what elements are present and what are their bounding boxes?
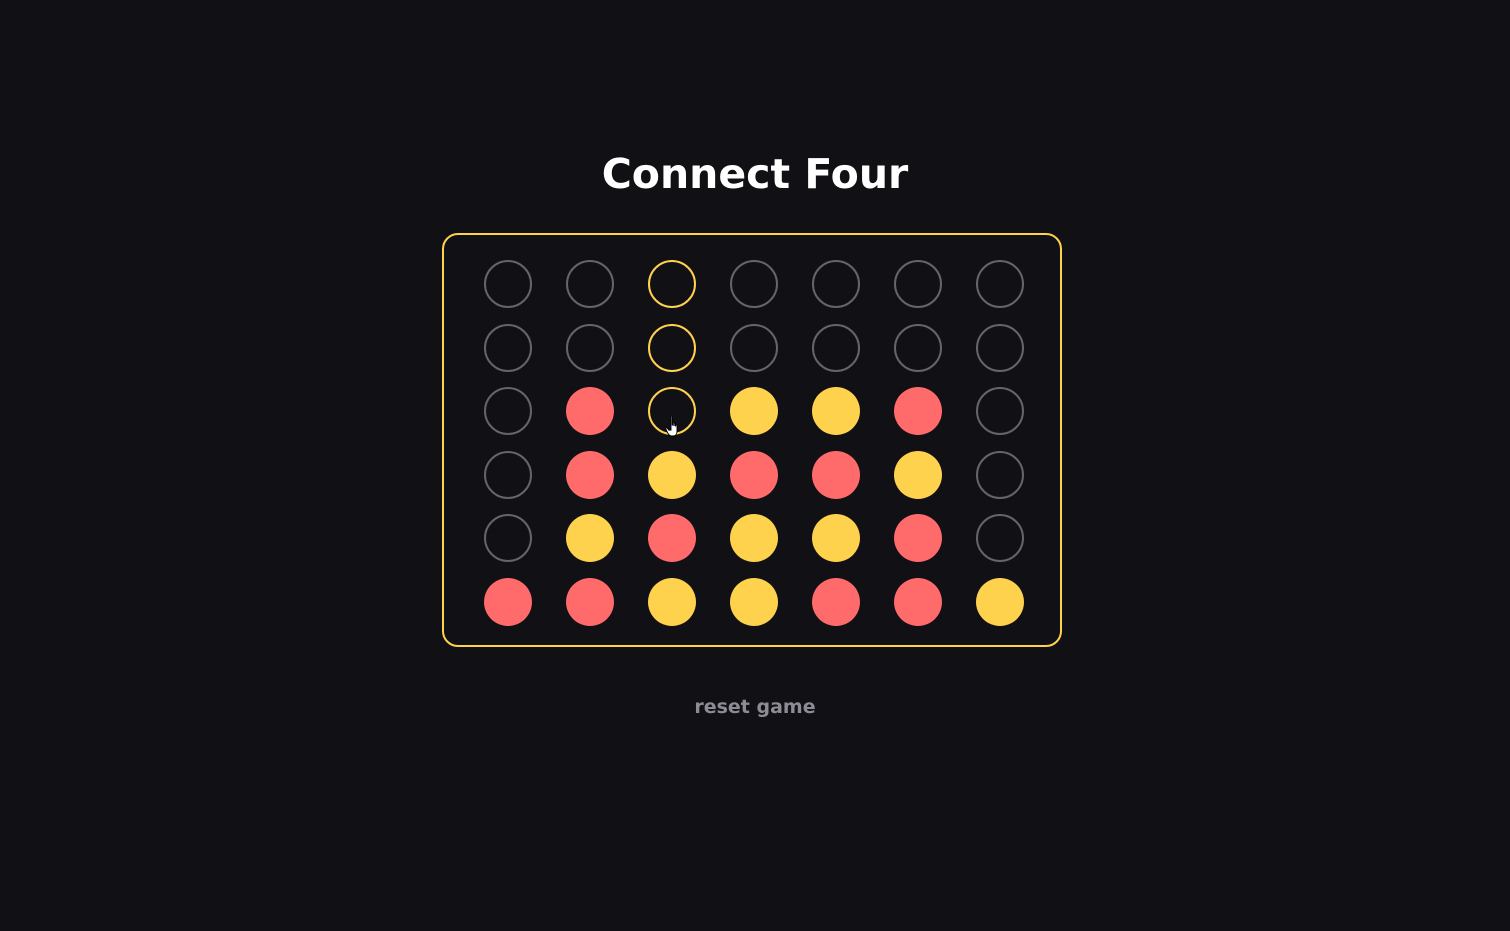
reset-game-button[interactable]: reset game bbox=[0, 693, 1510, 721]
board-slot-empty[interactable] bbox=[976, 323, 1024, 372]
yellow-piece[interactable] bbox=[812, 387, 860, 435]
yellow-piece[interactable] bbox=[566, 514, 614, 562]
page-title: Connect Four bbox=[601, 150, 909, 198]
red-piece[interactable] bbox=[894, 387, 942, 435]
board-slot-empty[interactable] bbox=[730, 323, 778, 372]
yellow-piece[interactable] bbox=[648, 450, 696, 499]
board-slot-empty[interactable] bbox=[484, 450, 532, 499]
yellow-piece[interactable] bbox=[812, 514, 860, 562]
red-piece[interactable] bbox=[812, 450, 860, 499]
red-piece[interactable] bbox=[566, 577, 614, 626]
board-slot-empty[interactable] bbox=[648, 260, 696, 308]
board-slot-empty[interactable] bbox=[894, 323, 942, 372]
board-slot-empty[interactable] bbox=[648, 387, 696, 435]
red-piece[interactable] bbox=[894, 514, 942, 562]
board-slot-empty[interactable] bbox=[484, 514, 532, 562]
board-slot-empty[interactable] bbox=[976, 260, 1024, 308]
board-slot-empty[interactable] bbox=[566, 323, 614, 372]
yellow-piece[interactable] bbox=[976, 577, 1024, 626]
red-piece[interactable] bbox=[484, 577, 532, 626]
board-slot-empty[interactable] bbox=[976, 387, 1024, 435]
board-slot-empty[interactable] bbox=[812, 323, 860, 372]
board-slot-empty[interactable] bbox=[484, 387, 532, 435]
red-piece[interactable] bbox=[566, 450, 614, 499]
red-piece[interactable] bbox=[566, 387, 614, 435]
board-slot-empty[interactable] bbox=[976, 450, 1024, 499]
red-piece[interactable] bbox=[894, 577, 942, 626]
page: Connect Four reset game bbox=[0, 0, 1510, 931]
board-slot-empty[interactable] bbox=[566, 260, 614, 308]
reset-game-label: reset game bbox=[694, 696, 816, 718]
board-grid bbox=[484, 260, 1024, 626]
yellow-piece[interactable] bbox=[730, 387, 778, 435]
board-slot-empty[interactable] bbox=[976, 514, 1024, 562]
board-slot-empty[interactable] bbox=[812, 260, 860, 308]
yellow-piece[interactable] bbox=[894, 450, 942, 499]
board-slot-empty[interactable] bbox=[894, 260, 942, 308]
red-piece[interactable] bbox=[730, 450, 778, 499]
board-slot-empty[interactable] bbox=[730, 260, 778, 308]
game-board bbox=[442, 233, 1062, 647]
red-piece[interactable] bbox=[648, 514, 696, 562]
yellow-piece[interactable] bbox=[730, 514, 778, 562]
board-slot-empty[interactable] bbox=[648, 323, 696, 372]
red-piece[interactable] bbox=[812, 577, 860, 626]
yellow-piece[interactable] bbox=[730, 577, 778, 626]
yellow-piece[interactable] bbox=[648, 577, 696, 626]
board-slot-empty[interactable] bbox=[484, 323, 532, 372]
board-slot-empty[interactable] bbox=[484, 260, 532, 308]
